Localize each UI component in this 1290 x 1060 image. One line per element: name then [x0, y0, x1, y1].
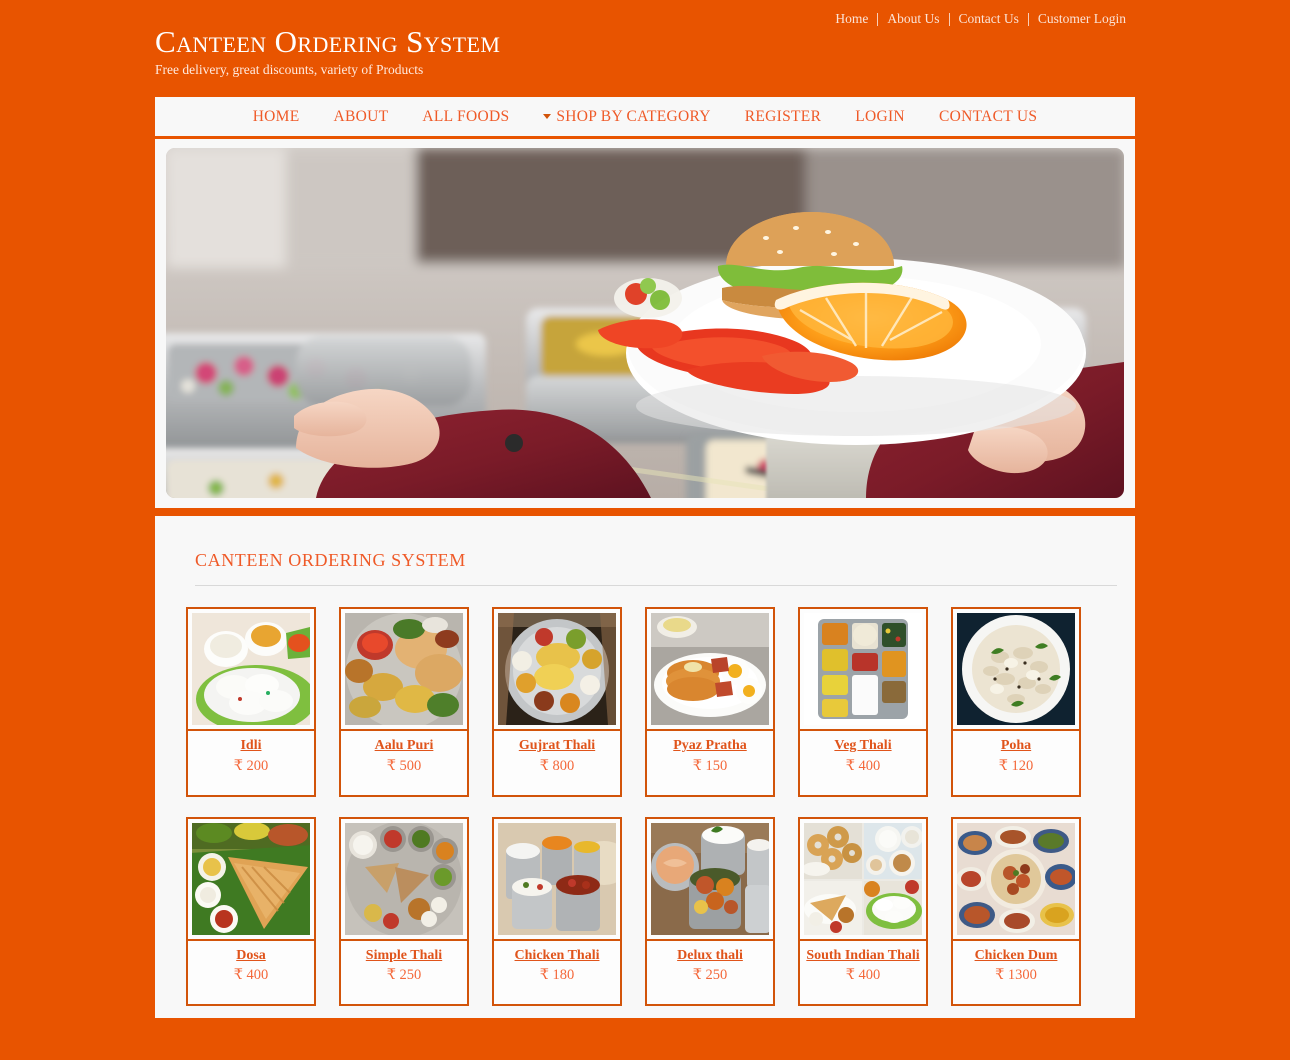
nav-item-label: REGISTER — [744, 107, 822, 125]
product-image-idli — [192, 613, 310, 725]
product-info: Delux thali ₹ 250 — [647, 941, 773, 1005]
product-card[interactable]: Pyaz Pratha ₹ 150 — [645, 607, 775, 797]
product-info: Gujrat Thali ₹ 800 — [494, 731, 620, 795]
product-info: Poha ₹ 120 — [953, 731, 1079, 795]
main-content-panel: CANTEEN ORDERING SYSTEM Idli ₹ 200 Aalu … — [155, 516, 1135, 1018]
product-name: Gujrat Thali — [518, 738, 596, 753]
nav-item-label: CONTACT US — [938, 107, 1038, 125]
product-name: Poha — [1000, 738, 1032, 753]
product-card[interactable]: Poha ₹ 120 — [951, 607, 1081, 797]
product-card[interactable]: Dosa ₹ 400 — [186, 816, 316, 1006]
product-image-dosa — [192, 822, 310, 935]
nav-item-label: LOGIN — [855, 107, 905, 125]
nav-item-label: SHOP BY CATEGORY — [556, 107, 711, 125]
product-info: Idli ₹ 200 — [188, 731, 314, 795]
main-navigation: HOME ABOUT ALL FOODS SHOP BY CATEGORY RE… — [155, 97, 1135, 136]
nav-item-label: ABOUT — [333, 107, 389, 125]
product-price: ₹ 250 — [386, 967, 422, 983]
nav-item-login[interactable]: LOGIN — [838, 108, 922, 126]
product-image-chicken-dum — [957, 822, 1075, 935]
product-image-delux-thali — [651, 822, 769, 935]
nav-item-shop-by-category[interactable]: SHOP BY CATEGORY — [526, 108, 727, 126]
site-header: Home About Us Contact Us Customer Login … — [0, 0, 1290, 92]
product-price: ₹ 1300 — [995, 967, 1037, 983]
product-card[interactable]: Chicken Thali ₹ 180 — [492, 816, 622, 1006]
nav-item-register[interactable]: REGISTER — [728, 108, 838, 126]
product-name: South Indian Thali — [806, 947, 920, 963]
product-price: ₹ 400 — [233, 967, 269, 983]
product-image-poha — [957, 613, 1075, 725]
product-name: Veg Thali — [834, 738, 892, 753]
utility-nav: Home About Us Contact Us Customer Login — [826, 11, 1135, 27]
nav-item-label: HOME — [252, 107, 300, 125]
product-info: Pyaz Pratha ₹ 150 — [647, 731, 773, 795]
hero-illustration — [166, 148, 1124, 498]
product-image-simple-thali — [345, 822, 463, 935]
product-image-pyaz-pratha — [651, 613, 769, 725]
product-grid: Idli ₹ 200 Aalu Puri ₹ 500 Gujrat Thali … — [186, 607, 1115, 1006]
product-card[interactable]: Delux thali ₹ 250 — [645, 816, 775, 1006]
product-info: Chicken Thali ₹ 180 — [494, 941, 620, 1005]
product-name: Chicken Thali — [514, 947, 600, 963]
product-card[interactable]: Aalu Puri ₹ 500 — [339, 607, 469, 797]
utility-link-about-us[interactable]: About Us — [878, 11, 948, 27]
product-image-chicken-thali — [498, 822, 616, 935]
site-title: Canteen Ordering System — [155, 24, 501, 59]
product-name: Delux thali — [677, 947, 743, 963]
hero-banner-image — [166, 148, 1124, 498]
brand: Canteen Ordering System Free delivery, g… — [155, 24, 501, 78]
page-title: CANTEEN ORDERING SYSTEM — [195, 550, 466, 570]
product-card[interactable]: Chicken Dum ₹ 1300 — [951, 816, 1081, 1006]
product-image-gujrat-thali — [498, 613, 616, 725]
product-image-veg-thali — [804, 613, 922, 725]
product-card[interactable]: Idli ₹ 200 — [186, 607, 316, 797]
product-price: ₹ 180 — [539, 967, 575, 983]
utility-link-home[interactable]: Home — [826, 11, 877, 27]
product-price: ₹ 150 — [692, 757, 728, 774]
product-info: Dosa ₹ 400 — [188, 941, 314, 1005]
product-image-aalu-puri — [345, 613, 463, 725]
product-price: ₹ 120 — [998, 757, 1034, 774]
product-name: Chicken Dum — [974, 947, 1058, 963]
product-price: ₹ 400 — [845, 967, 881, 983]
product-card[interactable]: South Indian Thali ₹ 400 — [798, 816, 928, 1006]
page-root: Home About Us Contact Us Customer Login … — [0, 0, 1290, 1060]
nav-item-label: ALL FOODS — [422, 107, 510, 125]
product-info: Simple Thali ₹ 250 — [341, 941, 467, 1005]
product-name: Idli — [240, 738, 262, 753]
product-name: Simple Thali — [365, 947, 443, 963]
nav-item-all-foods[interactable]: ALL FOODS — [405, 108, 526, 126]
product-info: Chicken Dum ₹ 1300 — [953, 941, 1079, 1005]
product-price: ₹ 400 — [845, 757, 881, 774]
title-divider — [195, 585, 1117, 586]
nav-item-about[interactable]: ABOUT — [317, 108, 406, 126]
main-nav-list: HOME ABOUT ALL FOODS SHOP BY CATEGORY RE… — [236, 108, 1055, 126]
product-info: Aalu Puri ₹ 500 — [341, 731, 467, 795]
product-price: ₹ 200 — [233, 757, 269, 774]
product-price: ₹ 500 — [386, 757, 422, 774]
product-price: ₹ 800 — [539, 757, 575, 774]
utility-link-contact-us[interactable]: Contact Us — [950, 11, 1028, 27]
product-price: ₹ 250 — [692, 967, 728, 983]
nav-item-home[interactable]: HOME — [236, 108, 317, 126]
product-card[interactable]: Simple Thali ₹ 250 — [339, 816, 469, 1006]
product-card[interactable]: Gujrat Thali ₹ 800 — [492, 607, 622, 797]
hero-section — [155, 139, 1135, 508]
product-info: South Indian Thali ₹ 400 — [800, 941, 926, 1005]
product-name: Dosa — [236, 947, 266, 963]
product-info: Veg Thali ₹ 400 — [800, 731, 926, 795]
nav-item-contact-us[interactable]: CONTACT US — [922, 108, 1054, 126]
product-name: Aalu Puri — [374, 738, 434, 753]
product-name: Pyaz Pratha — [673, 738, 747, 753]
product-card[interactable]: Veg Thali ₹ 400 — [798, 607, 928, 797]
utility-link-customer-login[interactable]: Customer Login — [1029, 11, 1135, 27]
caret-down-icon — [543, 114, 552, 119]
site-tagline: Free delivery, great discounts, variety … — [155, 61, 424, 77]
product-image-south-indian-thali — [804, 822, 922, 935]
